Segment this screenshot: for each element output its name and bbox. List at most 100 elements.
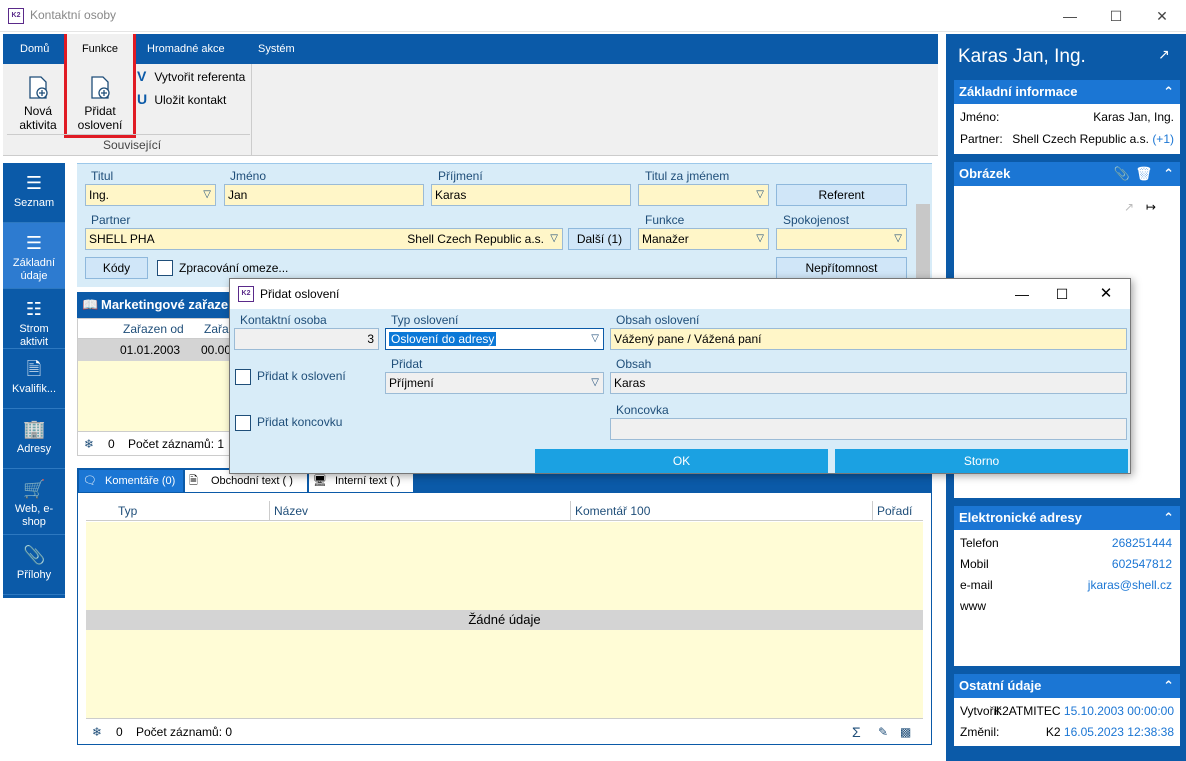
ribbon-body: Nová aktivita Přidat oslovení V Vytvořit… [3, 34, 938, 156]
pridat-value: Příjmení [389, 376, 434, 390]
nav-seznam[interactable]: ☰ Seznam [3, 163, 65, 223]
partner-select[interactable]: SHELL PHA Shell Czech Republic a.s. ▽ [85, 228, 563, 250]
referent-button[interactable]: Referent [776, 184, 907, 206]
add-salutation-dialog: K2 Přidat oslovení — ☐ ✕ Kontaktní osoba… [229, 278, 1131, 474]
electronic-header[interactable]: Elektronické adresy ⌃ [954, 506, 1180, 530]
mobil-link[interactable]: 602547812 [1112, 554, 1172, 575]
obsah-osl-field[interactable]: Vážený pane / Vážená paní [610, 328, 1127, 350]
mobil-label: Mobil [960, 557, 989, 571]
chevron-up-icon[interactable]: ⌃ [1163, 162, 1174, 186]
titul-za-select[interactable]: ▽ [638, 184, 769, 206]
minimize-icon[interactable]: — [1050, 4, 1090, 28]
telefon-link[interactable]: 268251444 [1112, 533, 1172, 554]
maximize-icon[interactable]: ☐ [1096, 4, 1136, 28]
typ-select[interactable]: Oslovení do adresy ▽ [385, 328, 604, 350]
chevron-up-icon[interactable]: ⌃ [1163, 506, 1174, 530]
snowflake-icon[interactable]: ❄ [92, 719, 102, 745]
pridat-k-checkbox[interactable] [235, 369, 251, 385]
tab-komentare[interactable]: 🗨 Komentáře (0) [79, 470, 183, 492]
spokojenost-select[interactable]: ▽ [776, 228, 907, 250]
obsah-label: Obsah [616, 357, 652, 371]
comment-icon: 🗨 [83, 475, 97, 487]
other-row-zmenil: Změnil: K2 16.05.2023 12:38:38 [960, 722, 1174, 743]
dalsi-button[interactable]: Další (1) [568, 228, 631, 250]
other-header[interactable]: Ostatní údaje ⌃ [954, 674, 1180, 698]
nav-prilohy[interactable]: 📎 Přílohy [3, 535, 65, 595]
paperclip-icon[interactable]: 📎 [1114, 162, 1130, 186]
basic-info-header[interactable]: Základní informace ⌃ [954, 80, 1180, 104]
nav-web-eshop[interactable]: 🛒 Web, e-shop [3, 469, 65, 535]
popout-icon[interactable]: ↗ [1158, 46, 1170, 63]
vytvoril-date: 15.10.2003 00:00:00 [1063, 704, 1174, 718]
funkce-select[interactable]: Manažer ▽ [638, 228, 769, 250]
prijmeni-label: Příjmení [438, 169, 483, 183]
zpracovani-label: Zpracování omeze... [179, 261, 289, 275]
sum-icon[interactable]: Σ [852, 719, 861, 745]
create-referent-key: V [137, 68, 147, 84]
zpracovani-checkbox[interactable] [157, 260, 173, 276]
nav-kvalifikace[interactable]: 🗎 Kvalifik... [3, 349, 65, 409]
nav-strom-aktivit[interactable]: ☷ Strom aktivit [3, 289, 65, 349]
new-activity-button[interactable]: Nová aktivita [9, 68, 67, 136]
partner-label: Partner [91, 213, 131, 227]
pridat-koncovku-checkbox[interactable] [235, 415, 251, 431]
marketing-grid: Zařazen od Zařaz 01.01.2003 00.00 ❄ 0 Po… [77, 318, 235, 456]
tab-interni-label: Interní text ( ) [335, 475, 401, 487]
tab-system[interactable]: Systém [246, 34, 307, 64]
close-icon[interactable]: ✕ [1142, 4, 1182, 28]
save-contact-command[interactable]: U Uložit kontakt [137, 91, 226, 107]
maximize-icon[interactable]: ☐ [1042, 282, 1082, 306]
chevron-up-icon[interactable]: ⌃ [1163, 674, 1174, 698]
jmeno-label: Jméno: [960, 110, 1000, 124]
add-record-icon[interactable]: ▩ [900, 719, 911, 745]
add-salutation-button[interactable]: Přidat oslovení [69, 68, 131, 136]
partner-code: SHELL PHA [89, 232, 155, 246]
koncovka-field [610, 418, 1127, 440]
popout-icon[interactable]: ↗ [1124, 200, 1134, 214]
funkce-value: Manažer [642, 232, 689, 246]
nepritomnost-button[interactable]: Nepřítomnost [776, 257, 907, 279]
tab-domu[interactable]: Domů [8, 34, 61, 64]
storno-button[interactable]: Storno [835, 449, 1128, 473]
close-icon[interactable]: ✕ [1086, 282, 1126, 306]
trash-icon[interactable]: 🗑 [1135, 162, 1152, 186]
dropdown-icon: ▽ [894, 233, 902, 244]
paperclip-icon: 📎 [23, 545, 46, 565]
vytvoril-user: K2ATMITEC [994, 704, 1061, 718]
basic-info-body: Jméno: Karas Jan, Ing. Partner: Shell Cz… [954, 104, 1180, 154]
partner-extra-link[interactable]: (+1) [1152, 132, 1174, 146]
comments-footer: ❄ 0 Počet záznamů: 0 Σ ✎ ▩ [86, 718, 923, 744]
nav-zakladni-udaje[interactable]: ☰ Základní údaje [3, 223, 65, 289]
tab-hromadne-akce[interactable]: Hromadné akce [135, 34, 237, 64]
building-icon: 🏢 [23, 419, 46, 439]
add-salutation-label-1: Přidat [84, 104, 116, 118]
jmeno-field[interactable]: Jan [224, 184, 424, 206]
dropdown-icon: ▽ [550, 233, 558, 244]
dropdown-icon: ▽ [756, 189, 764, 200]
obsah-field: Karas [610, 372, 1127, 394]
image-header[interactable]: Obrázek 📎 🗑 ⌃ [954, 162, 1180, 186]
basic-row-jmeno: Jméno: Karas Jan, Ing. [960, 107, 1174, 128]
obsah-osl-label: Obsah oslovení [616, 313, 700, 327]
pridat-select[interactable]: Příjmení ▽ [385, 372, 604, 394]
nav-adresy[interactable]: 🏢 Adresy [3, 409, 65, 469]
partner-value[interactable]: Shell Czech Republic a.s. [1012, 132, 1149, 146]
create-referent-command[interactable]: V Vytvořit referenta [137, 68, 245, 84]
form-scrollbar[interactable] [916, 204, 930, 284]
email-link[interactable]: jkaras@shell.cz [1088, 575, 1172, 596]
fit-width-icon[interactable]: ↦ [1146, 200, 1156, 214]
pridat-k-label: Přidat k oslovení [257, 369, 346, 383]
ok-button[interactable]: OK [535, 449, 828, 473]
edit-icon[interactable]: ✎ [878, 719, 888, 745]
snowflake-icon[interactable]: ❄ [84, 432, 94, 456]
electronic-row-www: www [960, 596, 1172, 617]
chevron-up-icon[interactable]: ⌃ [1163, 80, 1174, 104]
basic-row-partner: Partner: Shell Czech Republic a.s. (+1) [960, 129, 1174, 150]
jmeno-label: Jméno [230, 169, 267, 183]
table-row[interactable]: 01.01.2003 00.00 [78, 339, 231, 361]
titul-select[interactable]: Ing. ▽ [85, 184, 216, 206]
kody-button[interactable]: Kódy [85, 257, 148, 279]
prijmeni-field[interactable]: Karas [431, 184, 631, 206]
minimize-icon[interactable]: — [1002, 282, 1042, 306]
record-label: Počet záznamů: 0 [136, 725, 233, 739]
